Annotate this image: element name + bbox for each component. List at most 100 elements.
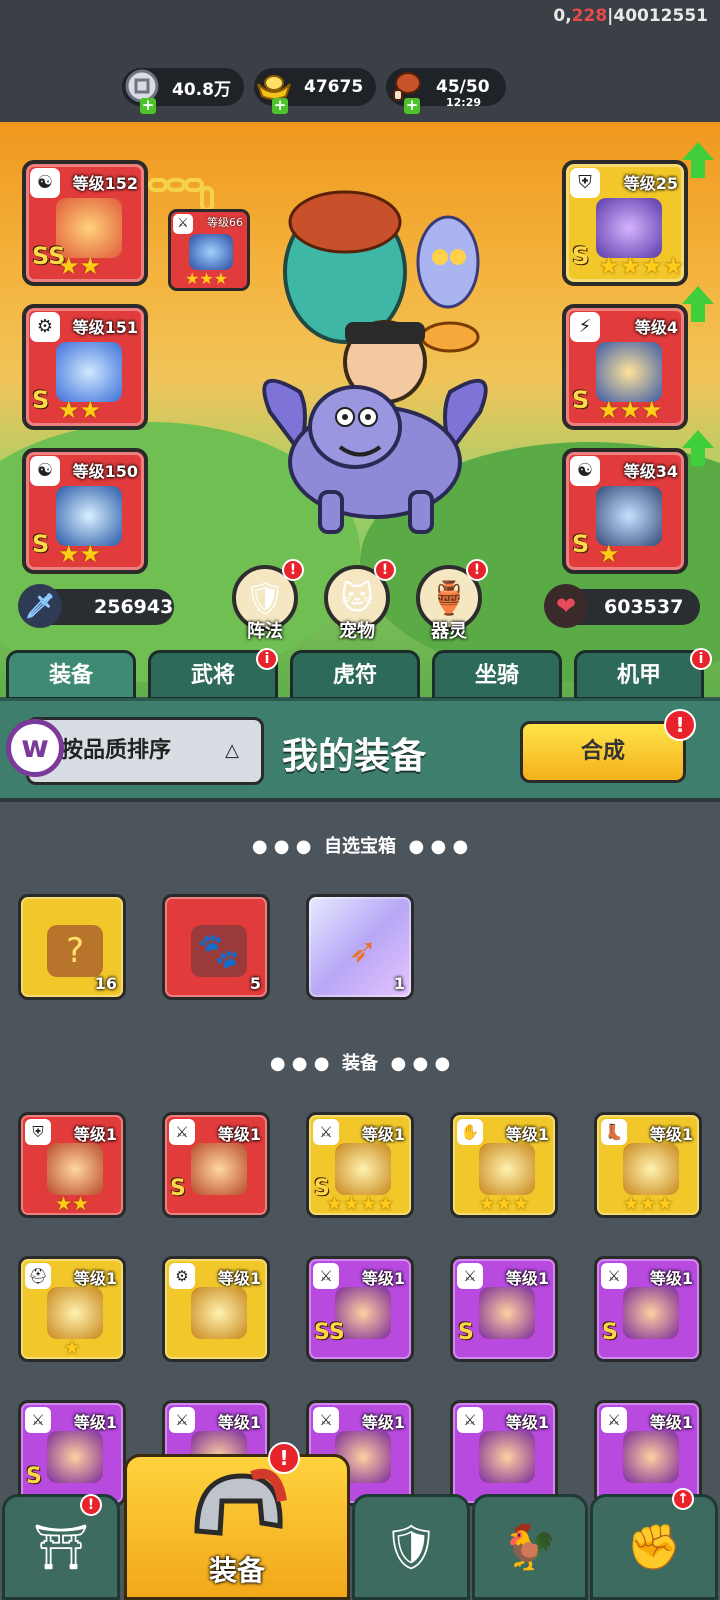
section-title-equipment: ● ● ● 装备 ● ● ● — [269, 1053, 451, 1074]
equipment-art-icon — [479, 1143, 535, 1195]
equipment-art-icon — [47, 1431, 103, 1483]
yin-yang-icon: ☯ — [30, 456, 60, 486]
add-gold-icon[interactable]: + — [272, 98, 288, 114]
slot-type-icon: ⚔ — [169, 1407, 195, 1433]
equipment-item[interactable]: ⚔ 等级1 S — [594, 1256, 702, 1362]
chest-item[interactable]: ➶ 1 — [306, 894, 414, 1000]
chain-link-icon — [148, 178, 214, 212]
equipment-art-icon — [191, 1287, 247, 1339]
stamina-resource[interactable]: + 45/50 12:29 — [386, 68, 506, 114]
slot-type-icon: ⛑ — [25, 1263, 51, 1289]
slot-type-icon: ⚔ — [313, 1407, 339, 1433]
slot-type-icon: ⚔ — [601, 1263, 627, 1289]
rooster-icon: 🐓 — [502, 1522, 558, 1573]
attack-stat: 🗡 256943 — [18, 584, 174, 628]
tab-mount[interactable]: 坐骑 — [432, 650, 562, 700]
add-stamina-icon[interactable]: + — [404, 98, 420, 114]
slot-type-icon: ⚔ — [169, 1119, 195, 1145]
nav-upgrade[interactable]: ✊ — [590, 1494, 718, 1600]
triangle-up-icon: △ — [225, 740, 239, 761]
nav-shield[interactable]: 🛡 — [352, 1494, 470, 1600]
equipment-art-icon — [479, 1431, 535, 1483]
shop-gate-icon: ⛩ — [33, 1522, 89, 1573]
equipment-item[interactable]: ⛑ 等级1 ★ — [18, 1256, 126, 1362]
hero-stage: ☯ 等级152 SS ★★ ⚙ 等级151 S ★★ ☯ 等级150 S ★★ … — [0, 122, 720, 697]
equipment-art-icon — [335, 1143, 391, 1195]
tab-equipment[interactable]: 装备 — [6, 650, 136, 700]
shield-icon: 🛡 — [383, 1522, 439, 1573]
hero-character[interactable] — [250, 162, 500, 542]
slot-type-icon: ⛨ — [25, 1119, 51, 1145]
amulet-icon — [56, 342, 122, 402]
add-silver-icon[interactable]: + — [140, 98, 156, 114]
equipment-item[interactable]: ⛨ 等级1 ★★ — [18, 1112, 126, 1218]
equipment-item[interactable]: ⚔ 等级1 S ★★★★ — [306, 1112, 414, 1218]
notification-badge: ! — [466, 559, 488, 581]
equipment-panel-header: 按品质排序 △ w 我的装备 合成 ! — [0, 698, 720, 802]
spirit-icon: 🏺 — [429, 579, 469, 617]
slot-type-icon: ⚔ — [313, 1119, 339, 1145]
phoenix-crown-icon — [56, 198, 122, 258]
top-bar: 0,228|40012551 + 40.8万 + 47675 + 45/50 1… — [0, 0, 720, 122]
formation-icon: 🛡 — [244, 579, 286, 617]
equipment-art-icon — [623, 1287, 679, 1339]
equip-slot-left-3[interactable]: ☯ 等级150 S ★★ — [22, 448, 148, 574]
notification-badge: ! — [268, 1442, 300, 1474]
equipment-art-icon — [623, 1143, 679, 1195]
equip-slot-right-1[interactable]: ⛨ 等级25 S ★★★★ — [562, 160, 688, 286]
equipment-item[interactable]: ⚙ 等级1 — [162, 1256, 270, 1362]
equip-slot-left-1[interactable]: ☯ 等级152 SS ★★ — [22, 160, 148, 286]
equipment-art-icon — [479, 1287, 535, 1339]
equipment-item[interactable]: 👢 等级1 ★★★ — [594, 1112, 702, 1218]
helmet-icon — [194, 1468, 287, 1536]
slot-type-icon: 👢 — [601, 1119, 627, 1145]
tab-tiger-tally[interactable]: 虎符 — [290, 650, 420, 700]
silver-resource[interactable]: + 40.8万 — [122, 68, 244, 114]
yin-yang-icon: ☯ — [30, 168, 60, 198]
upgrade-arrow-icon — [682, 142, 714, 178]
sword-icon: ⚔ — [173, 214, 193, 234]
notification-badge: ! — [282, 559, 304, 581]
equipment-item[interactable]: ✋ 等级1 ★★★ — [450, 1112, 558, 1218]
bottom-navigation: ⛩ ! 装备 ! 🛡 🐓 ✊ ↑ — [0, 1442, 720, 1600]
equipment-item[interactable]: ⚔ 等级1 S — [450, 1256, 558, 1362]
slot-type-icon: ⚔ — [457, 1407, 483, 1433]
category-tabs: 装备 武将 i 虎符 坐骑 机甲 i — [0, 648, 720, 700]
yin-yang-icon: ☯ — [570, 456, 600, 486]
chest-armor-icon — [596, 198, 662, 258]
chest-item[interactable]: ? 16 — [18, 894, 126, 1000]
page-title: 我的装备 — [282, 736, 427, 777]
armor-icon: ⛨ — [570, 168, 600, 198]
section-title-chests: ● ● ● 自选宝箱 ● ● ● — [251, 836, 469, 857]
nav-equipment[interactable]: 装备 — [124, 1454, 350, 1600]
tab-mecha[interactable]: 机甲 — [574, 650, 704, 700]
slot-type-icon: ⚔ — [601, 1407, 627, 1433]
watermark-logo-icon: w — [6, 719, 64, 777]
equipment-art-icon — [191, 1143, 247, 1195]
hp-stat: ❤ 603537 — [544, 584, 700, 628]
medal-icon: ⚙ — [30, 312, 60, 342]
upgrade-arrow-icon — [682, 286, 714, 322]
combine-button[interactable]: 合成 — [520, 721, 686, 783]
equip-slot-right-2[interactable]: ⚡ 等级4 S ★★★ — [562, 304, 688, 430]
equip-slot-left-2[interactable]: ⚙ 等级151 S ★★ — [22, 304, 148, 430]
equip-slot-right-3[interactable]: ☯ 等级34 S ★ — [562, 448, 688, 574]
slot-type-icon: ✋ — [457, 1119, 483, 1145]
equipment-item[interactable]: ⚔ 等级1 SS — [306, 1256, 414, 1362]
notification-badge: i — [690, 648, 712, 670]
slot-type-icon: ⚔ — [25, 1407, 51, 1433]
nav-shop[interactable]: ⛩ — [2, 1494, 120, 1600]
mystery-chest-icon: ? — [47, 925, 103, 977]
notification-badge: ! — [80, 1494, 102, 1516]
notification-badge: ! — [374, 559, 396, 581]
gold-resource[interactable]: + 47675 — [254, 68, 376, 114]
notification-badge: ! — [664, 709, 696, 741]
bracer-icon: ⚡ — [570, 312, 600, 342]
slot-type-icon: ⚙ — [169, 1263, 195, 1289]
linked-weapon-slot[interactable]: ⚔ 等级66 ★★★ — [168, 209, 250, 291]
debug-info: 0,228|40012551 — [553, 6, 708, 26]
nav-rooster[interactable]: 🐓 — [472, 1494, 588, 1600]
chest-item[interactable]: 🐾 5 — [162, 894, 270, 1000]
pet-cat-icon: 🐱 — [340, 579, 374, 617]
equipment-item[interactable]: ⚔ 等级1 S — [162, 1112, 270, 1218]
